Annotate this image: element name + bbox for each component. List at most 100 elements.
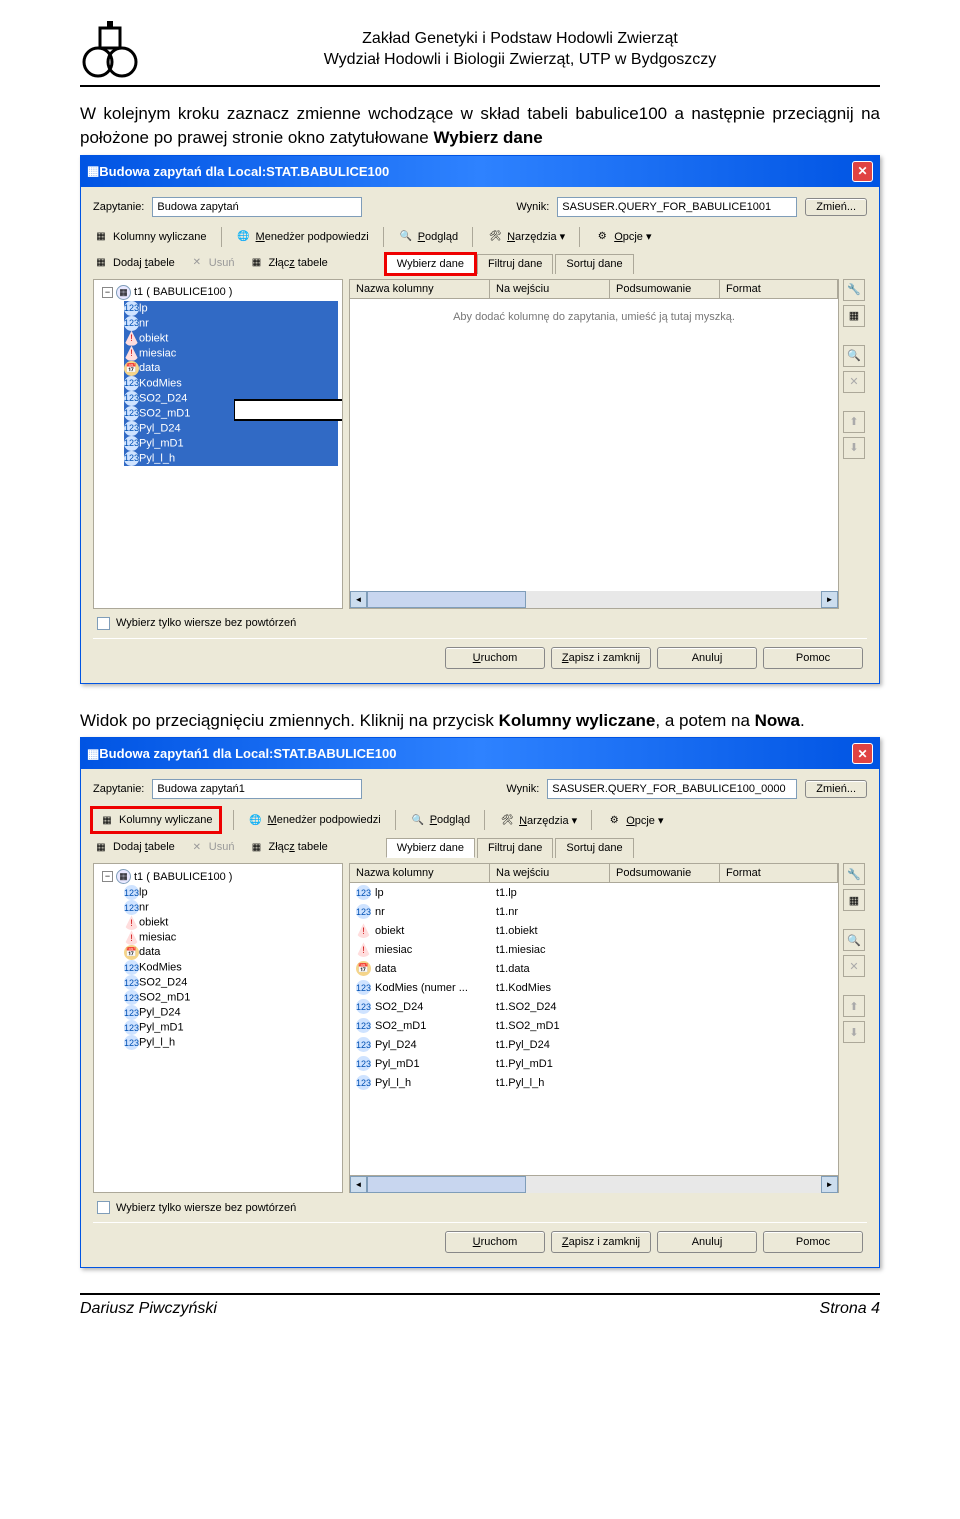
titlebar[interactable]: ▦ Budowa zapytań dla Local:STAT.BABULICE… [81, 156, 879, 187]
podglad-button[interactable]: 🔍Podgląd [398, 229, 458, 245]
titlebar[interactable]: ▦ Budowa zapytań1 dla Local:STAT.BABULIC… [81, 738, 879, 769]
table-row[interactable]: 123Pyl_D24t1.Pyl_D24 [350, 1035, 838, 1054]
close-icon[interactable]: ✕ [852, 161, 873, 182]
remove-button: ✕ [843, 955, 865, 977]
tab-sortuj-dane[interactable]: Sortuj dane [555, 838, 633, 858]
dodaj-tabele-button[interactable]: ▦Dodaj tabele [93, 255, 175, 271]
tree-root-node[interactable]: −▦t1 ( BABULICE100 ) [98, 868, 338, 885]
grid-panel[interactable]: Nazwa kolumny Na wejściu Podsumowanie Fo… [349, 863, 839, 1193]
podglad-button[interactable]: 🔍Podgląd [410, 812, 470, 828]
zapisz-button[interactable]: Zapisz i zamknij [551, 1231, 651, 1253]
tree-item[interactable]: 123Pyl_mD1 [124, 436, 338, 451]
zapytanie-input[interactable] [152, 779, 362, 799]
table-row[interactable]: 123KodMies (numer ...t1.KodMies [350, 978, 838, 997]
zlacz-tabele-button[interactable]: ▦Złącz tabele [248, 839, 327, 855]
table-row[interactable]: 123nrt1.nr [350, 902, 838, 921]
table-row[interactable]: 123Pyl_mD1t1.Pyl_mD1 [350, 1054, 838, 1073]
col-header-format[interactable]: Format [720, 864, 838, 882]
scroll-right-icon[interactable]: ► [821, 1176, 838, 1193]
expander-icon[interactable]: − [102, 871, 113, 882]
kolumny-wyliczane-button[interactable]: ▦Kolumny wyliczane [93, 229, 207, 245]
numeric-icon: 123 [356, 885, 371, 900]
tree-item[interactable]: 123KodMies [124, 376, 338, 391]
scroll-right-icon[interactable]: ► [821, 591, 838, 608]
properties-button[interactable]: 🔧 [843, 863, 865, 885]
tree-item[interactable]: 123nr [124, 316, 338, 331]
tree-panel[interactable]: −▦t1 ( BABULICE100 ) 123lp123nr!obiekt!m… [93, 279, 343, 609]
col-header-nazwa[interactable]: Nazwa kolumny [350, 280, 490, 298]
tree-item[interactable]: 123Pyl_l_h [124, 451, 338, 466]
tree-item[interactable]: !obiekt [124, 331, 338, 346]
col-header-wejscie[interactable]: Na wejściu [490, 280, 610, 298]
table-row[interactable]: 123SO2_mD1t1.SO2_mD1 [350, 1016, 838, 1035]
tree-root-node[interactable]: −▦t1 ( BABULICE100 ) [98, 284, 338, 301]
zapisz-button[interactable]: Zapisz i zamknij [551, 647, 651, 669]
horizontal-scrollbar[interactable]: ◄ ► [350, 1175, 838, 1192]
tab-wybierz-dane[interactable]: Wybierz dane [386, 838, 475, 858]
col-header-wejscie[interactable]: Na wejściu [490, 864, 610, 882]
select-all-button[interactable]: ▦ [843, 889, 865, 911]
zapytanie-input[interactable] [152, 197, 362, 217]
pomoc-button[interactable]: Pomoc [763, 647, 863, 669]
col-header-format[interactable]: Format [720, 280, 838, 298]
anuluj-button[interactable]: Anuluj [657, 1231, 757, 1253]
col-header-podsumowanie[interactable]: Podsumowanie [610, 864, 720, 882]
zlacz-tabele-button[interactable]: ▦Złącz tabele [248, 255, 327, 271]
table-row[interactable]: !miesiact1.miesiac [350, 940, 838, 959]
narzedzia-button[interactable]: 🛠Narzędzia ▾ [487, 229, 565, 245]
opcje-button[interactable]: ⚙Opcje ▾ [594, 229, 651, 245]
wynik-input[interactable] [547, 779, 797, 799]
col-header-podsumowanie[interactable]: Podsumowanie [610, 280, 720, 298]
scroll-left-icon[interactable]: ◄ [350, 591, 367, 608]
tree-item[interactable]: 123Pyl_mD1 [124, 1020, 338, 1035]
tree-item[interactable]: 123lp [124, 885, 338, 900]
tree-item[interactable]: 123lp [124, 301, 338, 316]
tree-item[interactable]: 📅data [124, 361, 338, 376]
close-icon[interactable]: ✕ [852, 743, 873, 764]
uruchom-button[interactable]: Uruchom [445, 647, 545, 669]
zmien-button[interactable]: Zmień... [805, 198, 867, 216]
date-icon: 📅 [124, 361, 139, 376]
tree-item[interactable]: 📅data [124, 945, 338, 960]
uruchom-button[interactable]: Uruchom [445, 1231, 545, 1253]
tree-item[interactable]: !miesiac [124, 346, 338, 361]
horizontal-scrollbar[interactable]: ◄ ► [350, 591, 838, 608]
kolumny-wyliczane-button[interactable]: ▦Kolumny wyliczane [93, 809, 219, 831]
tab-sortuj-dane[interactable]: Sortuj dane [555, 254, 633, 274]
tree-item[interactable]: 123Pyl_D24 [124, 1005, 338, 1020]
zmien-button[interactable]: Zmień... [805, 780, 867, 798]
tab-wybierz-dane[interactable]: Wybierz dane [386, 254, 475, 274]
tree-item[interactable]: 123Pyl_l_h [124, 1035, 338, 1050]
tree-item[interactable]: 123SO2_mD1 [124, 990, 338, 1005]
properties-button[interactable]: 🔧 [843, 279, 865, 301]
table-row[interactable]: 123lpt1.lp [350, 883, 838, 902]
tab-filtruj-dane[interactable]: Filtruj dane [477, 254, 553, 274]
tree-item[interactable]: 123SO2_D24 [124, 975, 338, 990]
scroll-left-icon[interactable]: ◄ [350, 1176, 367, 1193]
table-row[interactable]: 123Pyl_l_ht1.Pyl_l_h [350, 1073, 838, 1092]
tree-panel[interactable]: −▦t1 ( BABULICE100 ) 123lp123nr!obiekt!m… [93, 863, 343, 1193]
drop-placeholder: Aby dodać kolumnę do zapytania, umieść j… [350, 299, 838, 335]
pomoc-button[interactable]: Pomoc [763, 1231, 863, 1253]
anuluj-button[interactable]: Anuluj [657, 647, 757, 669]
opcje-button[interactable]: ⚙Opcje ▾ [606, 812, 663, 828]
select-all-button[interactable]: ▦ [843, 305, 865, 327]
tree-item[interactable]: 123nr [124, 900, 338, 915]
table-row[interactable]: 123SO2_D24t1.SO2_D24 [350, 997, 838, 1016]
narzedzia-button[interactable]: 🛠Narzędzia ▾ [499, 812, 577, 828]
dodaj-tabele-button[interactable]: ▦Dodaj tabele [93, 839, 175, 855]
menedzer-button[interactable]: 🌐Menedżer podpowiedzi [248, 812, 381, 828]
wynik-input[interactable] [557, 197, 797, 217]
tree-item[interactable]: 123KodMies [124, 960, 338, 975]
table-row[interactable]: 📅datat1.data [350, 959, 838, 978]
distinct-checkbox[interactable] [97, 617, 110, 630]
tree-item[interactable]: !obiekt [124, 915, 338, 930]
table-row[interactable]: !obiektt1.obiekt [350, 921, 838, 940]
grid-panel[interactable]: Nazwa kolumny Na wejściu Podsumowanie Fo… [349, 279, 839, 609]
expander-icon[interactable]: − [102, 287, 113, 298]
menedzer-button[interactable]: 🌐Menedżer podpowiedzi [236, 229, 369, 245]
distinct-checkbox[interactable] [97, 1201, 110, 1214]
tree-item[interactable]: !miesiac [124, 930, 338, 945]
col-header-nazwa[interactable]: Nazwa kolumny [350, 864, 490, 882]
tab-filtruj-dane[interactable]: Filtruj dane [477, 838, 553, 858]
